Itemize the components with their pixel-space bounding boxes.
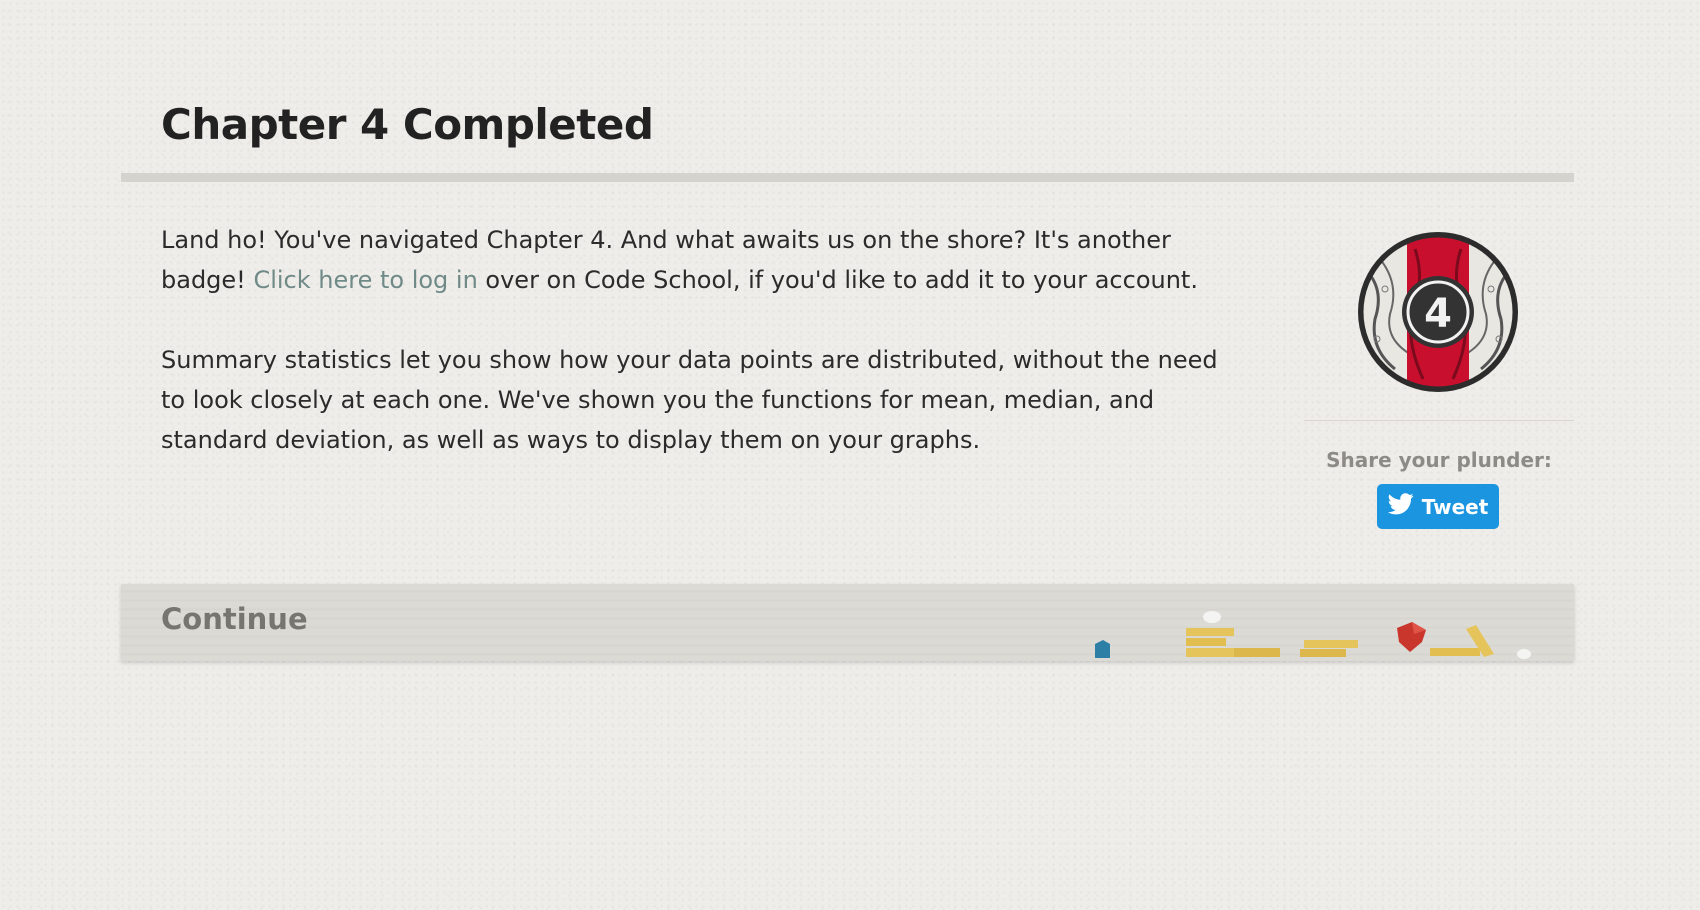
treasure-illustration (1095, 611, 1531, 659)
login-link[interactable]: Click here to log in (253, 266, 477, 294)
chapter-badge: 4 (1355, 229, 1521, 395)
title-divider (121, 173, 1574, 182)
badge-paragraph: Land ho! You've navigated Chapter 4. And… (161, 220, 1241, 300)
pearl-icon (1517, 649, 1531, 659)
gold-bars-icon (1186, 625, 1494, 657)
page-title: Chapter 4 Completed (161, 100, 654, 149)
pearl-icon (1203, 611, 1221, 623)
ruby-icon (1397, 622, 1426, 652)
blue-gem-icon (1095, 640, 1110, 658)
continue-button[interactable]: Continue (121, 584, 1574, 661)
twitter-bird-icon (1387, 493, 1414, 520)
share-label: Share your plunder: (1326, 448, 1552, 472)
tweet-button[interactable]: Tweet (1377, 484, 1499, 529)
share-divider (1304, 420, 1574, 421)
chapter-summary: Land ho! You've navigated Chapter 4. And… (161, 220, 1241, 500)
summary-paragraph: Summary statistics let you show how your… (161, 346, 1218, 454)
badge-number: 4 (1424, 291, 1452, 337)
badge-outro-text: over on Code School, if you'd like to ad… (477, 266, 1198, 294)
tweet-label: Tweet (1421, 494, 1489, 519)
